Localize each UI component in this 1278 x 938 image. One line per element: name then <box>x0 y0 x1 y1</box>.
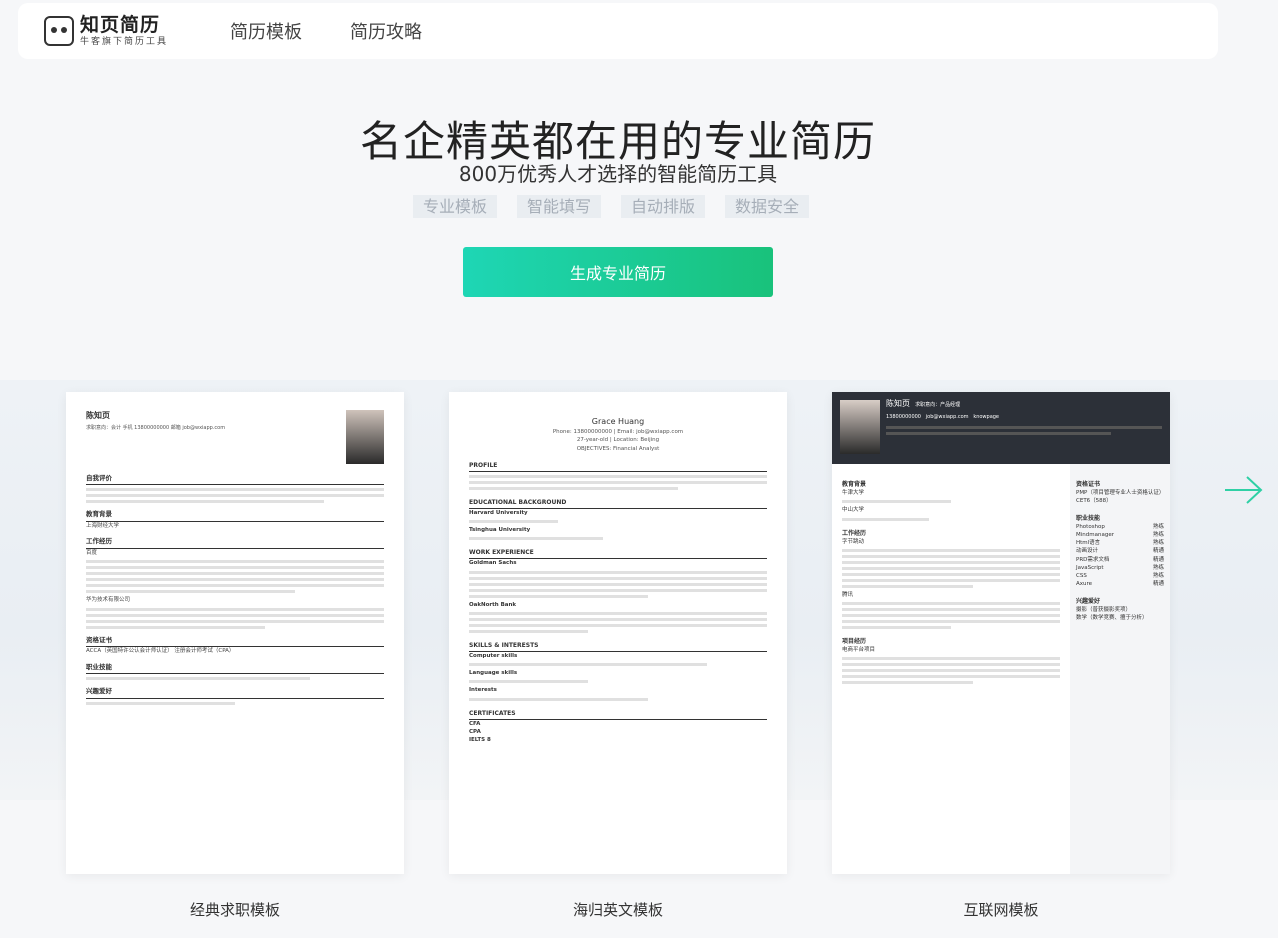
resume-section-title: 兴趣爱好 <box>1076 597 1101 605</box>
template-label-internet[interactable]: 互联网模板 <box>832 899 1170 920</box>
feature-tags: 专业模板 智能填写 自动排版 数据安全 <box>413 195 829 218</box>
nav-link-guides[interactable]: 简历攻略 <box>350 18 422 44</box>
template-card-internet[interactable]: 陈知页 求职意向：产品经理 13800000000 job@wxiapp.com… <box>832 392 1170 874</box>
resume-hobby: 数学（数学竞赛、擅于分析） <box>1076 614 1148 621</box>
logo-title: 知页简历 <box>80 13 161 36</box>
logo-subtitle: 牛客旗下简历工具 <box>80 36 169 47</box>
resume-contact: Phone: 13800000000 | Email: job@wxiapp.c… <box>552 429 684 435</box>
resume-company: OakNorth Bank <box>469 601 517 608</box>
resume-skill: Language skills <box>469 670 518 676</box>
resume-site: knowpage <box>973 414 1000 420</box>
resume-school: 中山大学 <box>842 507 865 514</box>
resume-section-title: 资格证书 <box>1076 481 1101 488</box>
resume-section-title: SKILLS & INTERESTS <box>469 641 767 652</box>
resume-name: 陈知页 <box>886 399 910 408</box>
resume-section-title: 兴趣爱好 <box>86 687 384 699</box>
resume-cert: CFA <box>469 720 481 727</box>
resume-photo <box>840 400 880 454</box>
skill-row: Html语言 熟练 <box>1076 540 1164 546</box>
resume-section-title: 项目经历 <box>842 638 867 645</box>
resume-section-title: 工作经历 <box>842 529 867 537</box>
resume-meta: 求职意向：会计 手机 13800000000 邮箱 job@wxiapp.com <box>86 425 226 431</box>
resume-hobby: 摄影（普获摄影奖项） <box>1076 606 1132 613</box>
template-label-classic[interactable]: 经典求职模板 <box>66 899 404 920</box>
resume-intent: 求职意向：产品经理 <box>915 402 961 408</box>
feature-tag: 数据安全 <box>725 195 810 218</box>
skill-row: 动画设计 精通 <box>1076 548 1164 555</box>
skill-row: Photoshop 熟练 <box>1076 523 1164 530</box>
resume-section-title: WORK EXPERIENCE <box>469 548 767 560</box>
top-navbar: 知页简历 牛客旗下简历工具 简历模板 简历攻略 <box>18 3 1218 59</box>
resume-section-title: 自我评价 <box>86 474 384 486</box>
resume-job: 字节跳动 <box>842 538 865 545</box>
resume-cert: IELTS 8 <box>469 737 491 743</box>
resume-job: 腾讯 <box>842 591 854 598</box>
skill-row: Mindmanager 熟练 <box>1076 531 1164 538</box>
template-card-classic[interactable]: 陈知页 求职意向：会计 手机 13800000000 邮箱 job@wxiapp… <box>66 392 404 874</box>
resume-school: Tsinghua University <box>469 527 531 533</box>
resume-cert: PMP（项目管理专业人士资格认证） <box>1076 490 1165 496</box>
resume-section-title: 教育背景 <box>86 510 384 522</box>
resume-school: Harvard University <box>469 509 528 516</box>
nav-link-templates[interactable]: 简历模板 <box>230 18 302 44</box>
skill-row: Axure 精通 <box>1076 581 1164 588</box>
resume-section-title: 职业技能 <box>86 663 384 675</box>
resume-section-title: CERTIFICATES <box>469 709 767 720</box>
resume-project: 电商平台项目 <box>842 647 876 653</box>
skill-row: JavaScript 熟练 <box>1076 564 1164 571</box>
resume-name: Grace Huang <box>591 417 645 426</box>
resume-phone: 13800000000 <box>886 414 921 420</box>
skill-row: CSS 熟练 <box>1076 573 1164 579</box>
logo[interactable]: 知页简历 牛客旗下简历工具 <box>44 13 169 47</box>
resume-school: 上海财经大学 <box>86 523 120 529</box>
resume-section-title: 教育背景 <box>842 481 867 488</box>
resume-photo <box>346 410 384 464</box>
template-label-english[interactable]: 海归英文模板 <box>449 899 787 920</box>
feature-tag: 智能填写 <box>517 195 602 218</box>
resume-section-title: PROFILE <box>469 461 767 472</box>
resume-header: 陈知页 求职意向：产品经理 13800000000 job@wxiapp.com… <box>832 392 1170 464</box>
resume-cert: CPA <box>469 728 481 735</box>
resume-email: job@wxiapp.com <box>925 414 969 420</box>
feature-tag: 自动排版 <box>621 195 706 218</box>
skill-row: PRD需求文档 精通 <box>1076 556 1164 563</box>
resume-cert: CET6（588） <box>1076 498 1112 505</box>
hero-subtitle: 800万优秀人才选择的智能简历工具 <box>458 162 778 186</box>
resume-section-title: 职业技能 <box>1076 514 1101 522</box>
create-resume-button[interactable]: 生成专业简历 <box>463 247 773 297</box>
resume-job: 华为技术有限公司 <box>86 597 131 604</box>
next-arrow-icon[interactable] <box>1223 474 1265 506</box>
resume-section-title: 资格证书 <box>86 636 384 648</box>
resume-school: 牛津大学 <box>842 490 865 496</box>
resume-name: 陈知页 <box>86 411 110 420</box>
resume-objective: OBJECTIVES: Financial Analyst <box>576 445 660 452</box>
resume-cert: ACCA（英国特许公认会计师认证） 注册会计师考试（CPA） <box>86 648 235 655</box>
resume-company: Goldman Sachs <box>469 560 517 567</box>
template-card-english[interactable]: Grace Huang Phone: 13800000000 | Email: … <box>449 392 787 874</box>
resume-section-title: 工作经历 <box>86 537 384 549</box>
logo-icon <box>44 16 74 46</box>
resume-skill: Computer skills <box>469 652 518 659</box>
resume-job: 百度 <box>86 550 98 556</box>
feature-tag: 专业模板 <box>413 195 498 218</box>
resume-meta: 27-year-old | Location: Beijing <box>576 437 660 444</box>
resume-skill: Interests <box>469 687 497 694</box>
resume-section-title: EDUCATIONAL BACKGROUND <box>469 498 767 509</box>
